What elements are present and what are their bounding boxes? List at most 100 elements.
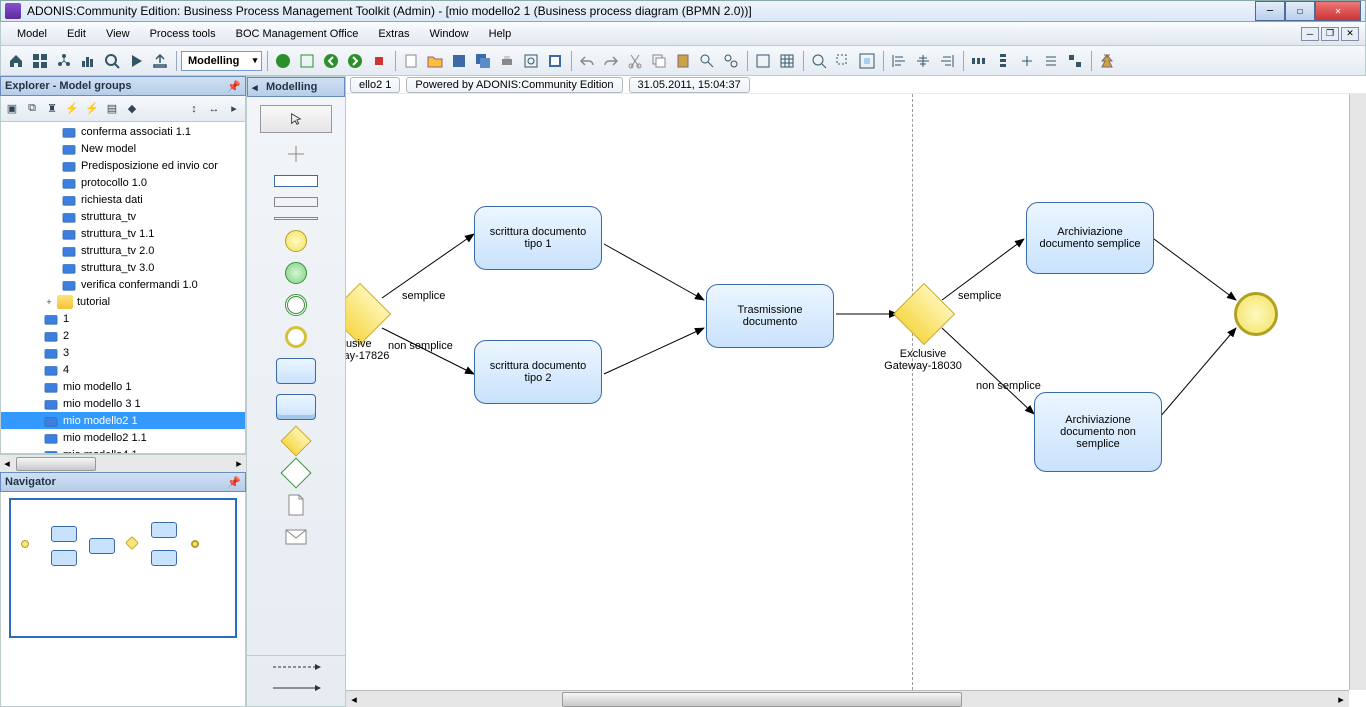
bpmn-end-event[interactable] (1234, 292, 1278, 336)
tree-item[interactable]: 4 (1, 361, 245, 378)
tool-new-icon[interactable] (400, 50, 422, 72)
menu-window[interactable]: Window (420, 25, 479, 43)
mdi-minimize-button[interactable]: ─ (1301, 27, 1319, 41)
canvas-vscroll[interactable] (1349, 94, 1366, 690)
tool-timer-icon[interactable] (1096, 50, 1118, 72)
palette-crosshair-tool[interactable] (276, 143, 316, 165)
tree-item[interactable]: struttura_tv (1, 208, 245, 225)
bpmn-gateway-1[interactable] (346, 283, 391, 345)
palette-solid-arrow-tool[interactable] (271, 683, 321, 696)
tool-find-icon[interactable] (696, 50, 718, 72)
tree-item[interactable]: struttura_tv 2.0 (1, 242, 245, 259)
explorer-hscroll[interactable]: ◂ ▸ (0, 454, 246, 472)
palette-task-tool[interactable] (276, 358, 316, 384)
tool-chart-icon[interactable] (77, 50, 99, 72)
explorer-tool-7-icon[interactable]: ◆ (123, 100, 141, 118)
tool-diagram-icon[interactable] (544, 50, 566, 72)
tool-align-right-icon[interactable] (936, 50, 958, 72)
palette-gateway2-tool[interactable] (280, 457, 311, 488)
menu-model[interactable]: Model (7, 25, 57, 43)
menu-boc-management[interactable]: BOC Management Office (226, 25, 369, 43)
tool-align-center-icon[interactable] (912, 50, 934, 72)
tool-zoomarea-icon[interactable] (832, 50, 854, 72)
tool-stop-icon[interactable] (368, 50, 390, 72)
bpmn-task-arch-semplice[interactable]: Archiviazione documento semplice (1026, 202, 1154, 274)
palette-start-event-tool[interactable] (285, 230, 307, 252)
explorer-tool-4-icon[interactable]: ⚡ (63, 100, 81, 118)
tree-item[interactable]: struttura_tv 1.1 (1, 225, 245, 242)
explorer-tool-6-icon[interactable]: ▤ (103, 100, 121, 118)
palette-intermediate-event2-tool[interactable] (285, 294, 307, 316)
canvas[interactable]: clusive vay-17826 semplice non semplice … (346, 94, 1366, 707)
mdi-close-button[interactable]: ✕ (1341, 27, 1359, 41)
tool-redo-icon[interactable] (600, 50, 622, 72)
tool-saveall-icon[interactable] (472, 50, 494, 72)
tool-fit-icon[interactable] (752, 50, 774, 72)
menu-process-tools[interactable]: Process tools (140, 25, 226, 43)
explorer-tool-more-icon[interactable]: ▸ (225, 100, 243, 118)
tool-tree2-icon[interactable] (296, 50, 318, 72)
tool-forward-icon[interactable] (344, 50, 366, 72)
tool-grid2-icon[interactable] (776, 50, 798, 72)
bpmn-task-scrittura2[interactable]: scrittura documento tipo 2 (474, 340, 602, 404)
menu-extras[interactable]: Extras (368, 25, 419, 43)
mode-selector[interactable]: Modelling (181, 51, 262, 71)
palette-subprocess-tool[interactable] (276, 394, 316, 420)
minimize-button[interactable]: ─ (1255, 1, 1285, 21)
tree-item[interactable]: New model (1, 140, 245, 157)
tool-paste-icon[interactable] (672, 50, 694, 72)
explorer-tool-2-icon[interactable]: ⧉ (23, 100, 41, 118)
tool-findreplace-icon[interactable] (720, 50, 742, 72)
tool-arrange2-icon[interactable] (1040, 50, 1062, 72)
tree-item[interactable]: conferma associati 1.1 (1, 123, 245, 140)
tree-item[interactable]: verifica confermandi 1.0 (1, 276, 245, 293)
tree-item[interactable]: mio modello4 1 (1, 446, 245, 454)
tool-distribute-h-icon[interactable] (968, 50, 990, 72)
explorer-tree[interactable]: conferma associati 1.1New modelPredispos… (0, 122, 246, 454)
tree-item[interactable]: struttura_tv 3.0 (1, 259, 245, 276)
palette-end-event-tool[interactable] (285, 326, 307, 348)
canvas-tab[interactable]: ello2 1 (350, 77, 400, 93)
menu-edit[interactable]: Edit (57, 25, 96, 43)
tool-cut-icon[interactable] (624, 50, 646, 72)
menu-help[interactable]: Help (479, 25, 522, 43)
tool-tree-icon[interactable] (53, 50, 75, 72)
tool-save-icon[interactable] (448, 50, 470, 72)
explorer-tool-5-icon[interactable]: ⚡ (83, 100, 101, 118)
tool-zoom-icon[interactable] (808, 50, 830, 72)
explorer-pin-icon[interactable]: 📌 (227, 80, 241, 93)
palette-gateway-tool[interactable] (280, 425, 311, 456)
palette-message-tool[interactable] (276, 526, 316, 548)
bpmn-task-arch-nonsemplice[interactable]: Archiviazione documento non semplice (1034, 392, 1162, 472)
tree-item[interactable]: protocollo 1.0 (1, 174, 245, 191)
tool-open-icon[interactable] (424, 50, 446, 72)
palette-dotted-arrow-tool[interactable] (271, 662, 321, 675)
palette-lane-tool[interactable] (274, 175, 318, 187)
palette-pointer-tool[interactable] (260, 105, 332, 133)
palette-pool-tool[interactable] (274, 197, 318, 207)
tool-simulation-icon[interactable] (125, 50, 147, 72)
navigator-panel[interactable] (0, 492, 246, 707)
tree-item[interactable]: Predisposizione ed invio cor (1, 157, 245, 174)
bpmn-task-trasmissione[interactable]: Trasmissione documento (706, 284, 834, 348)
menu-view[interactable]: View (96, 25, 140, 43)
tool-arrange1-icon[interactable] (1016, 50, 1038, 72)
bpmn-task-scrittura1[interactable]: scrittura documento tipo 1 (474, 206, 602, 270)
mdi-restore-button[interactable]: ❐ (1321, 27, 1339, 41)
tool-arrange3-icon[interactable] (1064, 50, 1086, 72)
explorer-tool-1-icon[interactable]: ▣ (3, 100, 21, 118)
tree-item[interactable]: mio modello2 1.1 (1, 429, 245, 446)
tool-preview-icon[interactable] (520, 50, 542, 72)
tool-print-icon[interactable] (496, 50, 518, 72)
tool-align-left-icon[interactable] (888, 50, 910, 72)
tool-copy-icon[interactable] (648, 50, 670, 72)
canvas-hscroll[interactable]: ◂ ▸ (346, 690, 1349, 707)
tree-item[interactable]: 3 (1, 344, 245, 361)
palette-separator-tool[interactable] (274, 217, 318, 220)
maximize-button[interactable]: ☐ (1285, 1, 1315, 21)
tree-item[interactable]: richiesta dati (1, 191, 245, 208)
navigator-viewport[interactable] (9, 498, 237, 638)
tool-home-icon[interactable] (5, 50, 27, 72)
tree-item[interactable]: mio modello2 1 (1, 412, 245, 429)
bpmn-gateway-2[interactable] (893, 283, 955, 345)
